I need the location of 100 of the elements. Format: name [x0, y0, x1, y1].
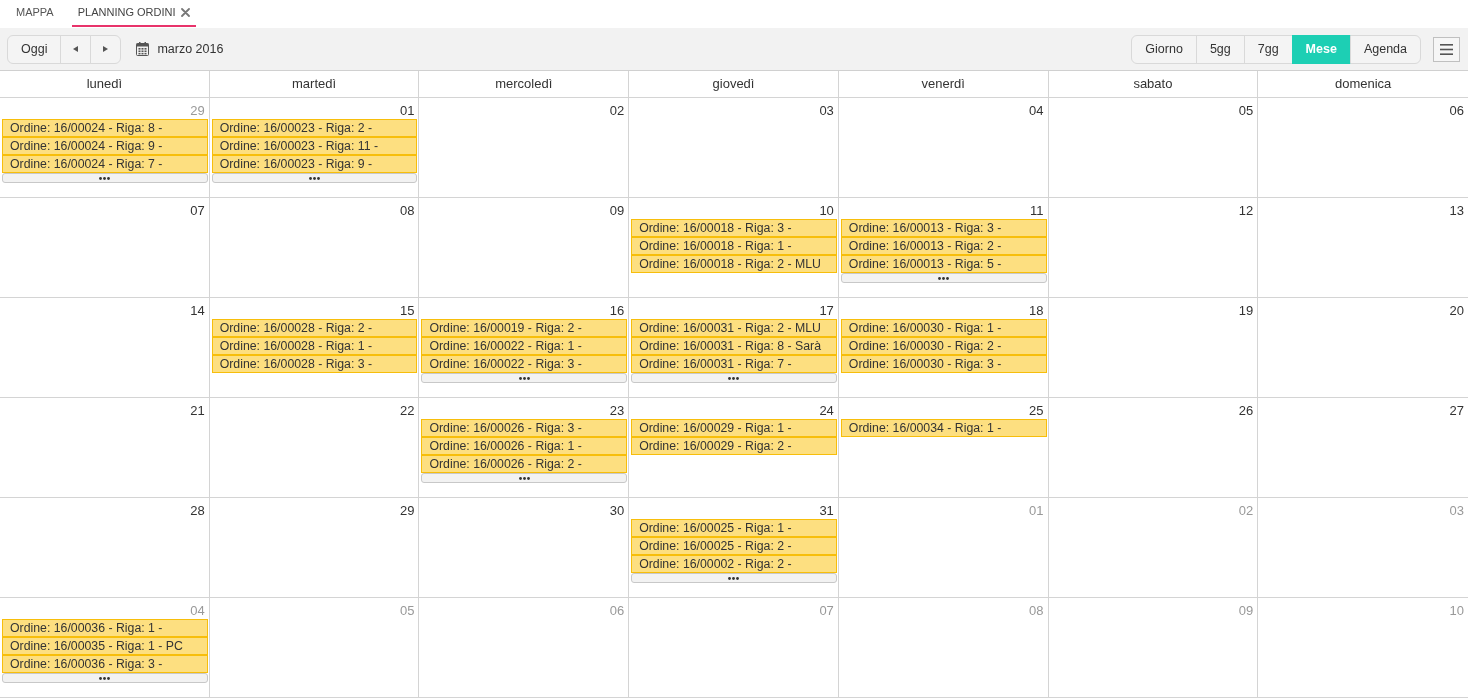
view-button[interactable]: Giorno: [1131, 34, 1197, 64]
event-bar[interactable]: Ordine: 16/00030 - Riga: 3 -: [840, 355, 1047, 373]
day-number: 04: [1029, 103, 1044, 119]
day-number: 15: [399, 303, 415, 319]
more-events-button[interactable]: [631, 373, 837, 383]
tab[interactable]: MAPPA: [10, 0, 60, 27]
more-events-button[interactable]: [211, 173, 418, 183]
day-number: 01: [399, 103, 415, 119]
ellipsis-icon: [938, 276, 950, 280]
day-number: 20: [1449, 303, 1464, 319]
caret-left-icon: [73, 46, 79, 52]
event-bar[interactable]: Ordine: 16/00025 - Riga: 2 -: [631, 537, 837, 555]
event-bar[interactable]: Ordine: 16/00022 - Riga: 3 -: [421, 355, 628, 373]
event-bar[interactable]: Ordine: 16/00023 - Riga: 2 -: [211, 119, 418, 137]
more-events-button[interactable]: [840, 273, 1047, 283]
day-number: 16: [609, 303, 625, 319]
day-number: 28: [190, 503, 205, 519]
event-bar[interactable]: Ordine: 16/00030 - Riga: 1 -: [840, 319, 1047, 337]
next-button[interactable]: [90, 34, 122, 64]
day-number: 10: [819, 203, 834, 219]
view-button[interactable]: Agenda: [1349, 34, 1421, 64]
day-number: 03: [1449, 503, 1464, 519]
event-bar[interactable]: Ordine: 16/00034 - Riga: 1 -: [840, 419, 1047, 437]
view-button[interactable]: 5gg: [1195, 34, 1245, 64]
event-bar[interactable]: Ordine: 16/00035 - Riga: 1 - PC: [2, 637, 208, 655]
event-bar[interactable]: Ordine: 16/00036 - Riga: 3 -: [2, 655, 208, 673]
more-events-button[interactable]: [2, 673, 208, 683]
event-bar[interactable]: Ordine: 16/00023 - Riga: 9 -: [211, 155, 418, 173]
ellipsis-icon: [728, 376, 740, 380]
event-bar[interactable]: Ordine: 16/00036 - Riga: 1 -: [2, 619, 208, 637]
ellipsis-icon: [99, 176, 111, 180]
event-bar[interactable]: Ordine: 16/00023 - Riga: 11 -: [211, 137, 418, 155]
event-bar[interactable]: Ordine: 16/00030 - Riga: 2 -: [840, 337, 1047, 355]
previous-button[interactable]: [60, 34, 92, 64]
calendar-icon: [136, 42, 150, 56]
close-icon[interactable]: [180, 8, 190, 17]
day-number: 24: [819, 403, 834, 419]
period-label: marzo 2016: [157, 40, 224, 58]
more-events-button[interactable]: [421, 473, 628, 483]
today-button[interactable]: Oggi: [7, 34, 62, 64]
more-events-button[interactable]: [2, 173, 208, 183]
day-number: 13: [1449, 203, 1464, 219]
day-number: 06: [609, 603, 625, 619]
event-bar[interactable]: Ordine: 16/00019 - Riga: 2 -: [421, 319, 628, 337]
event-bar[interactable]: Ordine: 16/00029 - Riga: 1 -: [631, 419, 837, 437]
event-bar[interactable]: Ordine: 16/00026 - Riga: 1 -: [421, 437, 628, 455]
more-events-button[interactable]: [631, 573, 837, 583]
day-number: 02: [1238, 503, 1254, 519]
event-bar[interactable]: Ordine: 16/00026 - Riga: 3 -: [421, 419, 628, 437]
day-number: 08: [1029, 603, 1044, 619]
day-number: 06: [1449, 103, 1464, 119]
weekday-label: sabato: [1133, 75, 1173, 94]
event-bar[interactable]: Ordine: 16/00002 - Riga: 2 -: [631, 555, 837, 573]
day-number: 22: [399, 403, 415, 419]
event-bar[interactable]: Ordine: 16/00013 - Riga: 5 -: [840, 255, 1047, 273]
day-number: 31: [819, 503, 834, 519]
day-number: 29: [190, 103, 205, 119]
menu-button[interactable]: [1433, 36, 1460, 62]
day-number: 14: [190, 303, 205, 319]
event-bar[interactable]: Ordine: 16/00031 - Riga: 8 - Sarà: [631, 337, 837, 355]
day-number: 03: [819, 103, 834, 119]
event-bar[interactable]: Ordine: 16/00025 - Riga: 1 -: [631, 519, 837, 537]
event-bar[interactable]: Ordine: 16/00026 - Riga: 2 -: [421, 455, 628, 473]
day-number: 30: [609, 503, 625, 519]
event-bar[interactable]: Ordine: 16/00022 - Riga: 1 -: [421, 337, 628, 355]
more-events-button[interactable]: [421, 373, 628, 383]
day-number: 19: [1238, 303, 1254, 319]
weekday-label: giovedì: [712, 75, 755, 94]
weekday-label: domenica: [1334, 75, 1392, 94]
event-bar[interactable]: Ordine: 16/00018 - Riga: 2 - MLU: [631, 255, 837, 273]
event-bar[interactable]: Ordine: 16/00028 - Riga: 2 -: [211, 319, 418, 337]
weekday-label: venerdì: [921, 75, 965, 94]
day-number: 01: [1029, 503, 1044, 519]
day-number: 17: [819, 303, 834, 319]
event-bar[interactable]: Ordine: 16/00018 - Riga: 1 -: [631, 237, 837, 255]
event-bar[interactable]: Ordine: 16/00028 - Riga: 1 -: [211, 337, 418, 355]
day-number: 09: [609, 203, 625, 219]
event-bar[interactable]: Ordine: 16/00031 - Riga: 2 - MLU: [631, 319, 837, 337]
view-button[interactable]: 7gg: [1243, 34, 1293, 64]
ellipsis-icon: [518, 476, 530, 480]
event-bar[interactable]: Ordine: 16/00013 - Riga: 3 -: [840, 219, 1047, 237]
weekday-label: mercoledì: [495, 75, 553, 94]
weekday-label: martedì: [292, 75, 337, 94]
event-bar[interactable]: Ordine: 16/00028 - Riga: 3 -: [211, 355, 418, 373]
day-number: 23: [609, 403, 625, 419]
event-bar[interactable]: Ordine: 16/00029 - Riga: 2 -: [631, 437, 837, 455]
day-number: 07: [190, 203, 205, 219]
day-number: 18: [1029, 303, 1044, 319]
event-bar[interactable]: Ordine: 16/00024 - Riga: 8 -: [2, 119, 208, 137]
event-bar[interactable]: Ordine: 16/00018 - Riga: 3 -: [631, 219, 837, 237]
event-bar[interactable]: Ordine: 16/00024 - Riga: 7 -: [2, 155, 208, 173]
day-number: 25: [1029, 403, 1044, 419]
day-number: 10: [1449, 603, 1464, 619]
day-number: 08: [399, 203, 415, 219]
day-number: 11: [1030, 203, 1044, 219]
event-bar[interactable]: Ordine: 16/00031 - Riga: 7 -: [631, 355, 837, 373]
ellipsis-icon: [99, 676, 111, 680]
event-bar[interactable]: Ordine: 16/00024 - Riga: 9 -: [2, 137, 208, 155]
event-bar[interactable]: Ordine: 16/00013 - Riga: 2 -: [840, 237, 1047, 255]
ellipsis-icon: [518, 376, 530, 380]
